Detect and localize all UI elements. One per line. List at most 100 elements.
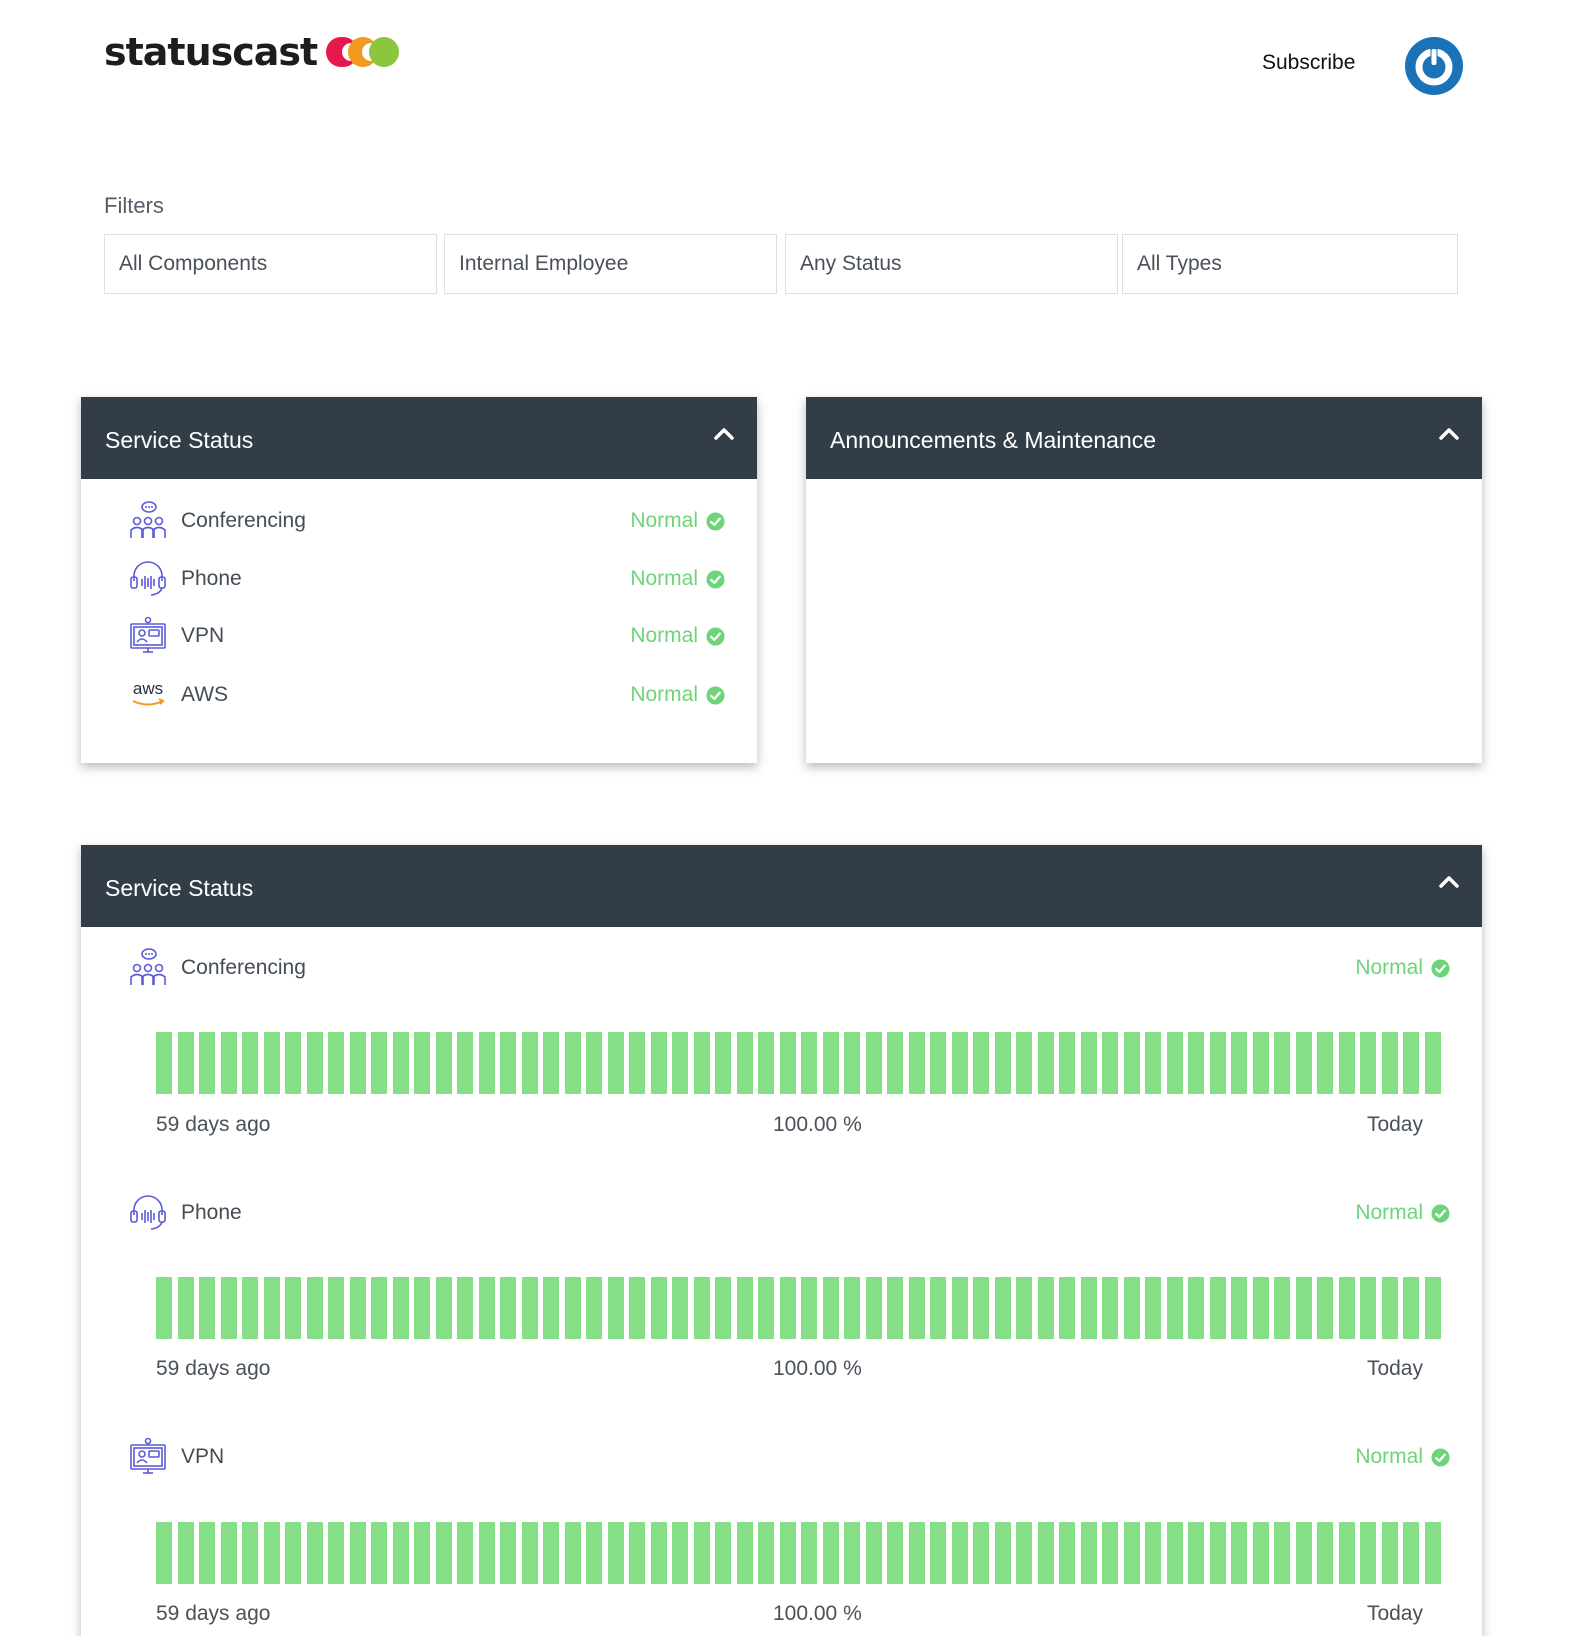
uptime-day-bar[interactable] [1403,1522,1419,1584]
uptime-day-bar[interactable] [1016,1522,1032,1584]
uptime-day-bar[interactable] [1080,1032,1097,1094]
uptime-day-bar[interactable] [1403,1032,1419,1094]
uptime-day-bar[interactable] [973,1522,989,1584]
uptime-day-bar[interactable] [607,1522,624,1584]
uptime-day-bar[interactable] [1252,1522,1269,1584]
uptime-day-bar[interactable] [328,1032,344,1094]
uptime-day-bar[interactable] [306,1522,323,1584]
uptime-day-bar[interactable] [951,1522,968,1584]
uptime-day-bar[interactable] [478,1522,495,1584]
uptime-day-bar[interactable] [220,1277,237,1339]
uptime-day-bar[interactable] [435,1522,452,1584]
uptime-day-bar[interactable] [1403,1277,1419,1339]
uptime-day-bar[interactable] [736,1522,753,1584]
uptime-day-bar[interactable] [328,1277,344,1339]
uptime-day-bar[interactable] [1360,1032,1376,1094]
uptime-day-bar[interactable] [1274,1032,1290,1094]
collapse-chevron-up-icon[interactable] [713,427,735,441]
uptime-day-bar[interactable] [564,1277,581,1339]
user-avatar-icon[interactable] [1404,36,1464,96]
uptime-day-bar[interactable] [371,1522,387,1584]
uptime-day-bar[interactable] [930,1522,946,1584]
uptime-day-bar[interactable] [586,1032,602,1094]
uptime-day-bar[interactable] [1145,1277,1161,1339]
uptime-day-bar[interactable] [349,1032,366,1094]
uptime-day-bar[interactable] [758,1522,774,1584]
uptime-day-bar[interactable] [500,1032,516,1094]
uptime-day-bar[interactable] [1360,1522,1376,1584]
uptime-day-bar[interactable] [1424,1032,1441,1094]
statuscast-logo[interactable]: statuscast [104,30,401,74]
uptime-day-bar[interactable] [865,1032,882,1094]
collapse-chevron-up-icon[interactable] [1438,875,1460,889]
uptime-day-bar[interactable] [865,1522,882,1584]
uptime-day-bar[interactable] [801,1522,817,1584]
uptime-day-bar[interactable] [973,1277,989,1339]
collapse-chevron-up-icon[interactable] [1438,427,1460,441]
uptime-day-bar[interactable] [1274,1277,1290,1339]
uptime-day-bar[interactable] [693,1277,710,1339]
uptime-day-bar[interactable] [1381,1032,1398,1094]
uptime-day-bar[interactable] [1274,1522,1290,1584]
uptime-day-bar[interactable] [521,1277,538,1339]
uptime-day-bar[interactable] [414,1522,430,1584]
uptime-day-bar[interactable] [500,1277,516,1339]
uptime-day-bar[interactable] [758,1277,774,1339]
uptime-day-bar[interactable] [285,1277,301,1339]
uptime-day-bar[interactable] [478,1277,495,1339]
uptime-day-bar[interactable] [1080,1522,1097,1584]
uptime-day-bar[interactable] [392,1032,409,1094]
uptime-day-bar[interactable] [736,1277,753,1339]
uptime-day-bar[interactable] [1209,1277,1226,1339]
uptime-day-bar[interactable] [1166,1277,1183,1339]
uptime-day-bar[interactable] [220,1522,237,1584]
uptime-day-bar[interactable] [908,1277,925,1339]
uptime-day-bar[interactable] [392,1522,409,1584]
uptime-day-bar[interactable] [177,1032,194,1094]
uptime-day-bar[interactable] [930,1277,946,1339]
uptime-day-bar[interactable] [306,1277,323,1339]
uptime-day-bar[interactable] [822,1522,839,1584]
uptime-day-bar[interactable] [1231,1522,1247,1584]
uptime-day-bar[interactable] [156,1032,172,1094]
uptime-day-bar[interactable] [629,1277,645,1339]
uptime-day-bar[interactable] [1360,1277,1376,1339]
uptime-day-bar[interactable] [263,1522,280,1584]
uptime-day-bar[interactable] [564,1032,581,1094]
uptime-day-bar[interactable] [672,1032,688,1094]
uptime-day-bar[interactable] [199,1277,215,1339]
uptime-day-bar[interactable] [693,1522,710,1584]
uptime-day-bar[interactable] [1016,1032,1032,1094]
uptime-day-bar[interactable] [263,1032,280,1094]
uptime-day-bar[interactable] [1037,1277,1054,1339]
uptime-day-bar[interactable] [457,1032,473,1094]
uptime-day-bar[interactable] [1231,1032,1247,1094]
uptime-day-bar[interactable] [822,1277,839,1339]
uptime-day-bar[interactable] [156,1277,172,1339]
uptime-day-bar[interactable] [629,1032,645,1094]
uptime-day-bar[interactable] [521,1522,538,1584]
uptime-day-bar[interactable] [801,1032,817,1094]
uptime-day-bar[interactable] [199,1032,215,1094]
uptime-day-bar[interactable] [1252,1277,1269,1339]
uptime-day-bar[interactable] [951,1032,968,1094]
types-filter[interactable]: All Types [1122,234,1458,294]
uptime-day-bar[interactable] [500,1522,516,1584]
uptime-day-bar[interactable] [1102,1277,1118,1339]
uptime-day-bar[interactable] [521,1032,538,1094]
uptime-day-bar[interactable] [435,1032,452,1094]
uptime-day-bar[interactable] [779,1277,796,1339]
uptime-day-bar[interactable] [650,1032,667,1094]
uptime-day-bar[interactable] [779,1032,796,1094]
uptime-day-bar[interactable] [1295,1277,1312,1339]
components-filter[interactable]: All Components [104,234,437,294]
uptime-day-bar[interactable] [994,1277,1011,1339]
uptime-day-bar[interactable] [177,1522,194,1584]
uptime-day-bar[interactable] [285,1522,301,1584]
uptime-day-bar[interactable] [994,1522,1011,1584]
uptime-day-bar[interactable] [779,1522,796,1584]
uptime-day-bar[interactable] [1231,1277,1247,1339]
uptime-day-bar[interactable] [650,1522,667,1584]
uptime-day-bar[interactable] [1338,1032,1355,1094]
uptime-day-bar[interactable] [908,1032,925,1094]
